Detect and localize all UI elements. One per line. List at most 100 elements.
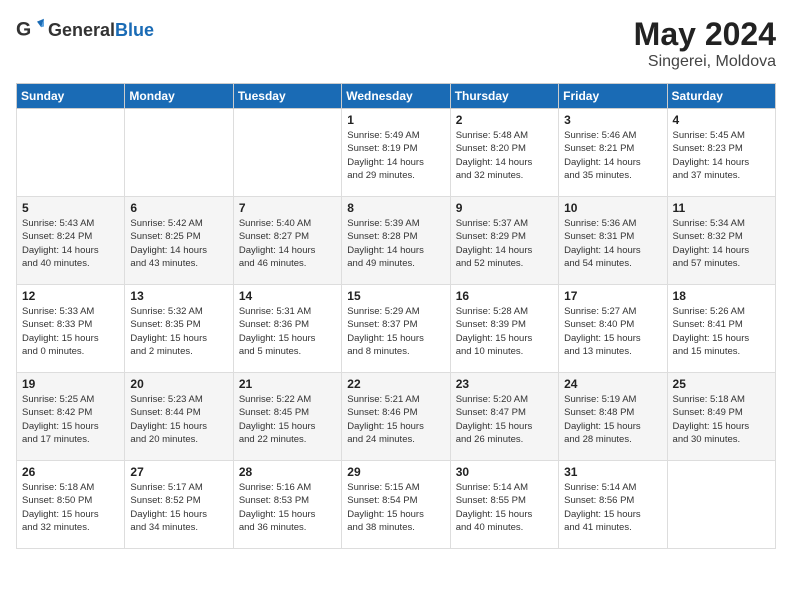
column-header-monday: Monday — [125, 84, 233, 109]
day-number: 2 — [456, 113, 553, 127]
calendar-cell: 28 Sunrise: 5:16 AM Sunset: 8:53 PM Dayli… — [233, 461, 341, 549]
calendar-cell: 22Sunrise: 5:21 AM Sunset: 8:46 PM Dayli… — [342, 373, 450, 461]
calendar-cell: 18 Sunrise: 5:26 AM Sunset: 8:41 PM Dayli… — [667, 285, 775, 373]
day-info: Sunrise: 5:49 AM Sunset: 8:19 PM Dayligh… — [347, 129, 444, 182]
column-header-friday: Friday — [559, 84, 667, 109]
column-header-tuesday: Tuesday — [233, 84, 341, 109]
day-number: 15 — [347, 289, 444, 303]
calendar-cell: 8 Sunrise: 5:39 AM Sunset: 8:28 PM Daylig… — [342, 197, 450, 285]
title-block: May 2024 Singerei, Moldova — [634, 16, 776, 71]
day-number: 23 — [456, 377, 553, 391]
calendar-cell: 1 Sunrise: 5:49 AM Sunset: 8:19 PM Daylig… — [342, 109, 450, 197]
calendar-cell: 25Sunrise: 5:18 AM Sunset: 8:49 PM Dayli… — [667, 373, 775, 461]
day-number: 3 — [564, 113, 661, 127]
day-number: 6 — [130, 201, 227, 215]
calendar-cell: 16 Sunrise: 5:28 AM Sunset: 8:39 PM Dayli… — [450, 285, 558, 373]
day-number: 26 — [22, 465, 119, 479]
calendar-table: SundayMondayTuesdayWednesdayThursdayFrid… — [16, 83, 776, 549]
calendar-cell: 7 Sunrise: 5:40 AM Sunset: 8:27 PM Daylig… — [233, 197, 341, 285]
day-info: Sunrise: 5:31 AM Sunset: 8:36 PM Dayligh… — [239, 305, 336, 358]
logo: G GeneralBlue — [16, 16, 154, 44]
calendar-cell: 24Sunrise: 5:19 AM Sunset: 8:48 PM Dayli… — [559, 373, 667, 461]
day-info: Sunrise: 5:33 AM Sunset: 8:33 PM Dayligh… — [22, 305, 119, 358]
day-info: Sunrise: 5:16 AM Sunset: 8:53 PM Dayligh… — [239, 481, 336, 534]
logo-blue: Blue — [115, 20, 154, 41]
column-header-sunday: Sunday — [17, 84, 125, 109]
calendar-cell — [125, 109, 233, 197]
day-info: Sunrise: 5:36 AM Sunset: 8:31 PM Dayligh… — [564, 217, 661, 270]
day-info: Sunrise: 5:21 AM Sunset: 8:46 PM Dayligh… — [347, 393, 444, 446]
day-number: 20 — [130, 377, 227, 391]
calendar-cell: 15 Sunrise: 5:29 AM Sunset: 8:37 PM Dayli… — [342, 285, 450, 373]
day-info: Sunrise: 5:20 AM Sunset: 8:47 PM Dayligh… — [456, 393, 553, 446]
day-info: Sunrise: 5:40 AM Sunset: 8:27 PM Dayligh… — [239, 217, 336, 270]
calendar-cell: 31 Sunrise: 5:14 AM Sunset: 8:56 PM Dayli… — [559, 461, 667, 549]
calendar-cell: 21 Sunrise: 5:22 AM Sunset: 8:45 PM Dayli… — [233, 373, 341, 461]
day-info: Sunrise: 5:32 AM Sunset: 8:35 PM Dayligh… — [130, 305, 227, 358]
calendar-cell: 19Sunrise: 5:25 AM Sunset: 8:42 PM Dayli… — [17, 373, 125, 461]
calendar-cell: 23 Sunrise: 5:20 AM Sunset: 8:47 PM Dayli… — [450, 373, 558, 461]
day-number: 10 — [564, 201, 661, 215]
calendar-week-2: 5 Sunrise: 5:43 AM Sunset: 8:24 PM Daylig… — [17, 197, 776, 285]
logo-general: General — [48, 20, 115, 41]
day-info: Sunrise: 5:39 AM Sunset: 8:28 PM Dayligh… — [347, 217, 444, 270]
day-number: 9 — [456, 201, 553, 215]
day-number: 7 — [239, 201, 336, 215]
calendar-cell: 6Sunrise: 5:42 AM Sunset: 8:25 PM Daylig… — [125, 197, 233, 285]
day-info: Sunrise: 5:17 AM Sunset: 8:52 PM Dayligh… — [130, 481, 227, 534]
column-header-thursday: Thursday — [450, 84, 558, 109]
calendar-week-5: 26 Sunrise: 5:18 AM Sunset: 8:50 PM Dayli… — [17, 461, 776, 549]
day-number: 16 — [456, 289, 553, 303]
day-number: 19 — [22, 377, 119, 391]
day-info: Sunrise: 5:43 AM Sunset: 8:24 PM Dayligh… — [22, 217, 119, 270]
calendar-week-3: 12 Sunrise: 5:33 AM Sunset: 8:33 PM Dayli… — [17, 285, 776, 373]
calendar-cell: 12 Sunrise: 5:33 AM Sunset: 8:33 PM Dayli… — [17, 285, 125, 373]
calendar-cell: 4 Sunrise: 5:45 AM Sunset: 8:23 PM Daylig… — [667, 109, 775, 197]
day-number: 31 — [564, 465, 661, 479]
column-header-wednesday: Wednesday — [342, 84, 450, 109]
day-number: 8 — [347, 201, 444, 215]
day-info: Sunrise: 5:45 AM Sunset: 8:23 PM Dayligh… — [673, 129, 770, 182]
calendar-cell: 20 Sunrise: 5:23 AM Sunset: 8:44 PM Dayli… — [125, 373, 233, 461]
day-info: Sunrise: 5:18 AM Sunset: 8:50 PM Dayligh… — [22, 481, 119, 534]
calendar-cell: 14Sunrise: 5:31 AM Sunset: 8:36 PM Dayli… — [233, 285, 341, 373]
day-number: 25 — [673, 377, 770, 391]
day-number: 28 — [239, 465, 336, 479]
day-number: 11 — [673, 201, 770, 215]
day-number: 30 — [456, 465, 553, 479]
day-number: 13 — [130, 289, 227, 303]
day-info: Sunrise: 5:28 AM Sunset: 8:39 PM Dayligh… — [456, 305, 553, 358]
day-info: Sunrise: 5:22 AM Sunset: 8:45 PM Dayligh… — [239, 393, 336, 446]
day-info: Sunrise: 5:48 AM Sunset: 8:20 PM Dayligh… — [456, 129, 553, 182]
calendar-cell — [667, 461, 775, 549]
day-info: Sunrise: 5:29 AM Sunset: 8:37 PM Dayligh… — [347, 305, 444, 358]
calendar-week-1: 1 Sunrise: 5:49 AM Sunset: 8:19 PM Daylig… — [17, 109, 776, 197]
day-info: Sunrise: 5:27 AM Sunset: 8:40 PM Dayligh… — [564, 305, 661, 358]
calendar-cell: 13 Sunrise: 5:32 AM Sunset: 8:35 PM Dayli… — [125, 285, 233, 373]
calendar-cell: 26 Sunrise: 5:18 AM Sunset: 8:50 PM Dayli… — [17, 461, 125, 549]
page-header: G GeneralBlue May 2024 Singerei, Moldova — [16, 16, 776, 71]
calendar-cell: 3 Sunrise: 5:46 AM Sunset: 8:21 PM Daylig… — [559, 109, 667, 197]
day-number: 21 — [239, 377, 336, 391]
calendar-header-row: SundayMondayTuesdayWednesdayThursdayFrid… — [17, 84, 776, 109]
day-number: 27 — [130, 465, 227, 479]
day-number: 18 — [673, 289, 770, 303]
day-info: Sunrise: 5:26 AM Sunset: 8:41 PM Dayligh… — [673, 305, 770, 358]
day-number: 1 — [347, 113, 444, 127]
day-info: Sunrise: 5:23 AM Sunset: 8:44 PM Dayligh… — [130, 393, 227, 446]
location: Singerei, Moldova — [634, 53, 776, 71]
day-number: 4 — [673, 113, 770, 127]
column-header-saturday: Saturday — [667, 84, 775, 109]
calendar-week-4: 19Sunrise: 5:25 AM Sunset: 8:42 PM Dayli… — [17, 373, 776, 461]
day-info: Sunrise: 5:46 AM Sunset: 8:21 PM Dayligh… — [564, 129, 661, 182]
day-number: 5 — [22, 201, 119, 215]
calendar-cell: 17 Sunrise: 5:27 AM Sunset: 8:40 PM Dayli… — [559, 285, 667, 373]
calendar-cell: 2 Sunrise: 5:48 AM Sunset: 8:20 PM Daylig… — [450, 109, 558, 197]
calendar-cell — [17, 109, 125, 197]
day-number: 17 — [564, 289, 661, 303]
calendar-cell: 9Sunrise: 5:37 AM Sunset: 8:29 PM Daylig… — [450, 197, 558, 285]
day-info: Sunrise: 5:14 AM Sunset: 8:56 PM Dayligh… — [564, 481, 661, 534]
calendar-cell — [233, 109, 341, 197]
day-number: 12 — [22, 289, 119, 303]
logo-icon: G — [16, 16, 44, 44]
